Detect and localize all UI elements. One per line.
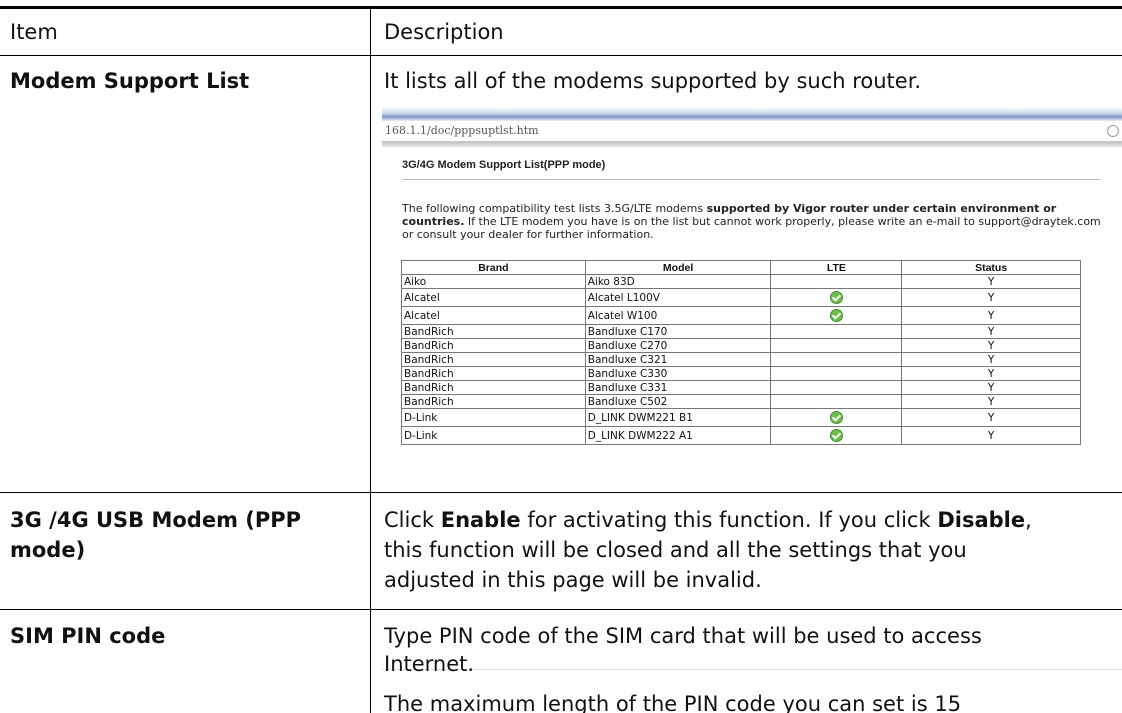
address-bar: 168.1.1/doc/pppsuptlst.htm — [382, 121, 1122, 141]
table-row: Aiko Aiko 83D Y — [401, 274, 1081, 289]
status-cell: Y — [901, 380, 1081, 395]
model-cell: Bandluxe C330 — [584, 366, 772, 381]
lte-cell — [770, 366, 903, 381]
brand-cell: BandRich — [401, 380, 586, 395]
lte-cell — [770, 352, 903, 367]
brand-cell: BandRich — [401, 366, 586, 381]
brand-cell: D-Link — [401, 426, 586, 445]
header-item: Item — [10, 20, 58, 44]
row-description-line1: Click Enable for activating this functio… — [384, 508, 1032, 532]
check-circle-icon — [829, 429, 843, 442]
table-row: Alcatel Alcatel W100 Y — [401, 306, 1081, 325]
column-header-model: Model — [584, 260, 772, 275]
lte-cell — [770, 306, 903, 325]
lte-cell — [770, 274, 903, 289]
column-header-lte: LTE — [770, 260, 903, 275]
header-row-border — [0, 55, 1122, 56]
column-header-brand: Brand — [401, 260, 586, 275]
status-cell: Y — [901, 274, 1081, 289]
lte-cell — [770, 394, 903, 409]
lte-cell — [770, 288, 903, 307]
status-cell: Y — [901, 426, 1081, 445]
lte-cell — [770, 426, 903, 445]
table-row: BandRich Bandluxe C502 Y — [401, 394, 1081, 409]
browser-chrome — [382, 107, 1122, 121]
crop-fade — [382, 469, 1122, 484]
model-cell: Bandluxe C170 — [584, 324, 772, 339]
row-description-line3: The maximum length of the PIN code you c… — [384, 692, 962, 713]
title-rule — [402, 179, 1100, 180]
model-cell: Aiko 83D — [584, 274, 772, 289]
model-cell: Alcatel W100 — [584, 306, 772, 325]
model-cell: Bandluxe C331 — [584, 380, 772, 395]
brand-cell: BandRich — [401, 352, 586, 367]
check-circle-icon — [829, 291, 843, 304]
status-cell: Y — [901, 324, 1081, 339]
check-circle-icon — [829, 411, 843, 424]
embedded-screenshot: 168.1.1/doc/pppsuptlst.htm 3G/4G Modem S… — [382, 107, 1122, 484]
row-border — [0, 609, 1122, 610]
table-row: BandRich Bandluxe C331 Y — [401, 380, 1081, 395]
model-cell: D_LINK DWM222 A1 — [584, 426, 772, 445]
lte-cell — [770, 338, 903, 353]
table-top-border — [0, 6, 1122, 9]
url-text: 168.1.1/doc/pppsuptlst.htm — [385, 124, 539, 137]
table-row: D-Link D_LINK DWM222 A1 Y — [401, 426, 1081, 445]
lte-cell — [770, 380, 903, 395]
table-row: BandRich Bandluxe C170 Y — [401, 324, 1081, 339]
table-row: D-Link D_LINK DWM221 B1 Y — [401, 408, 1081, 427]
table-row: BandRich Bandluxe C330 Y — [401, 366, 1081, 381]
modem-support-table: Brand Model LTE Status Aiko Aiko 83D Y Alc… — [401, 260, 1081, 445]
brand-cell: Alcatel — [401, 288, 586, 307]
model-cell: D_LINK DWM221 B1 — [584, 408, 772, 427]
page-description: The following compatibility test lists 3… — [402, 202, 1101, 241]
lte-cell — [770, 408, 903, 427]
column-divider — [370, 9, 371, 713]
brand-cell: BandRich — [401, 324, 586, 339]
row-description: It lists all of the modems supported by … — [384, 69, 922, 93]
table-row: BandRich Bandluxe C321 Y — [401, 352, 1081, 367]
model-cell: Alcatel L100V — [584, 288, 772, 307]
lte-cell — [770, 324, 903, 339]
status-cell: Y — [901, 408, 1081, 427]
brand-cell: BandRich — [401, 394, 586, 409]
model-cell: Bandluxe C321 — [584, 352, 772, 367]
brand-cell: D-Link — [401, 408, 586, 427]
refresh-icon — [1107, 125, 1119, 137]
brand-cell: Alcatel — [401, 306, 586, 325]
brand-cell: Aiko — [401, 274, 586, 289]
page-title: 3G/4G Modem Support List(PPP mode) — [402, 159, 606, 171]
model-cell: Bandluxe C502 — [584, 394, 772, 409]
table-row: BandRich Bandluxe C270 Y — [401, 338, 1081, 353]
column-header-status: Status — [901, 260, 1081, 275]
row-description-line2: this function will be closed and all the… — [384, 538, 967, 562]
brand-cell: BandRich — [401, 338, 586, 353]
status-cell: Y — [901, 338, 1081, 353]
row-description-line2: Internet. — [384, 652, 475, 676]
status-cell: Y — [901, 352, 1081, 367]
row-item-modem-support-list: Modem Support List — [10, 69, 250, 93]
status-cell: Y — [901, 306, 1081, 325]
model-cell: Bandluxe C270 — [584, 338, 772, 353]
paragraph-divider — [382, 669, 1122, 670]
row-item-sim-pin-code: SIM PIN code — [10, 624, 166, 648]
header-description: Description — [384, 20, 504, 44]
toolbar-separator — [382, 141, 1122, 147]
row-description-line1: Type PIN code of the SIM card that will … — [384, 624, 982, 648]
check-circle-icon — [829, 309, 843, 322]
row-item-usb-modem-line1: 3G /4G USB Modem (PPP — [10, 508, 302, 532]
status-cell: Y — [901, 288, 1081, 307]
row-description-line3: adjusted in this page will be invalid. — [384, 568, 762, 592]
row-border — [0, 492, 1122, 493]
status-cell: Y — [901, 366, 1081, 381]
status-cell: Y — [901, 394, 1081, 409]
table-row: Alcatel Alcatel L100V Y — [401, 288, 1081, 307]
row-item-usb-modem-line2: mode) — [10, 538, 86, 562]
